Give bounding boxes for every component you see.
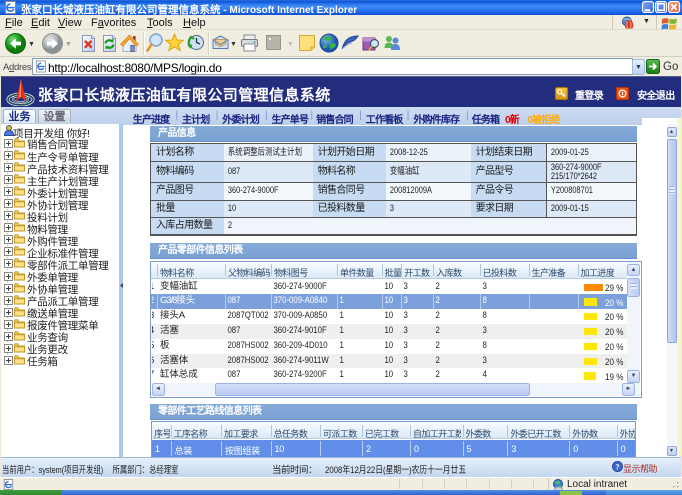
svg-text:?: ? xyxy=(616,462,620,471)
